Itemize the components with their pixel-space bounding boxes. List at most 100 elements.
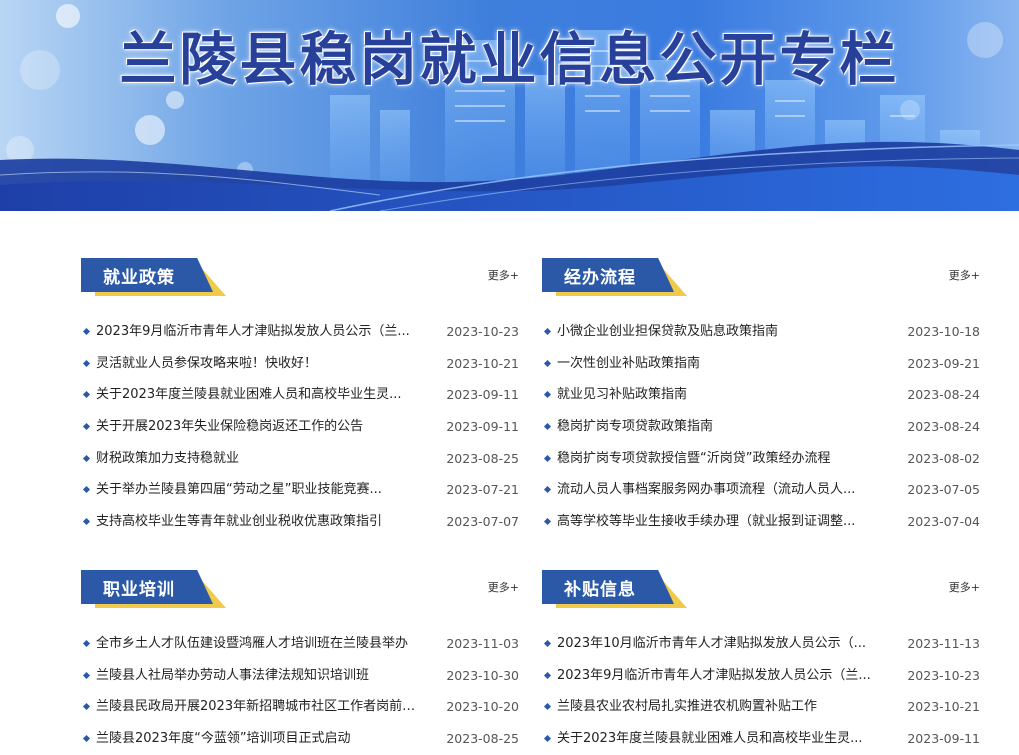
item-date: 2023-10-30 bbox=[446, 667, 519, 683]
item-title-link[interactable]: 小微企业创业担保贷款及贴息政策指南 bbox=[557, 316, 885, 348]
list-item[interactable]: 小微企业创业担保贷款及贴息政策指南 2023-10-18 bbox=[542, 316, 980, 348]
more-link[interactable]: 更多+ bbox=[949, 579, 980, 595]
item-title-link[interactable]: 关于开展2023年失业保险稳岗返还工作的公告 bbox=[96, 411, 424, 443]
item-date: 2023-10-21 bbox=[907, 699, 980, 715]
item-date: 2023-10-18 bbox=[907, 324, 980, 339]
news-list: 全市乡土人才队伍建设暨鸿雁人才培训班在兰陵县举办 2023-11-03 兰陵县人社… bbox=[81, 628, 519, 755]
item-title-link[interactable]: 关于2023年度兰陵县就业困难人员和高校毕业生灵... bbox=[96, 379, 424, 411]
item-title-link[interactable]: 全市乡土人才队伍建设暨鸿雁人才培训班在兰陵县举办 bbox=[96, 628, 424, 660]
list-item[interactable]: 灵活就业人员参保攻略来啦！快收好！ 2023-10-21 bbox=[81, 348, 519, 380]
diamond-bullet-icon bbox=[543, 703, 552, 711]
list-item[interactable]: 2023年9月临沂市青年人才津贴拟发放人员公示（兰... 2023-10-23 bbox=[542, 660, 980, 692]
section-header: 补贴信息 更多+ bbox=[542, 566, 980, 628]
item-date: 2023-08-02 bbox=[907, 450, 980, 466]
item-title-link[interactable]: 关于举办兰陵县第四届“劳动之星”职业技能竞赛... bbox=[96, 474, 424, 506]
news-list: 2023年9月临沂市青年人才津贴拟发放人员公示（兰... 2023-10-23 灵… bbox=[81, 316, 519, 538]
list-item[interactable]: 兰陵县人社局举办劳动人事法律法规知识培训班 2023-10-30 bbox=[81, 660, 519, 692]
section-employment-policy: 就业政策 更多+ 2023年9月临沂市青年人才津贴拟发放人员公示（兰... 202… bbox=[81, 254, 519, 538]
diamond-bullet-icon bbox=[82, 671, 91, 679]
item-title-link[interactable]: 稳岗扩岗专项贷款政策指南 bbox=[557, 411, 885, 443]
diamond-bullet-icon bbox=[82, 359, 91, 367]
item-title-link[interactable]: 就业见习补贴政策指南 bbox=[557, 379, 885, 411]
diamond-bullet-icon bbox=[543, 423, 552, 431]
list-item[interactable]: 全市乡土人才队伍建设暨鸿雁人才培训班在兰陵县举办 2023-11-03 bbox=[81, 628, 519, 660]
list-item[interactable]: 一次性创业补贴政策指南 2023-09-21 bbox=[542, 348, 980, 380]
item-date: 2023-07-04 bbox=[907, 514, 980, 530]
item-date: 2023-10-20 bbox=[446, 699, 519, 715]
more-link[interactable]: 更多+ bbox=[488, 579, 519, 595]
item-date: 2023-07-07 bbox=[446, 514, 519, 530]
item-title-link[interactable]: 高等学校等毕业生接收手续办理（就业报到证调整... bbox=[557, 506, 885, 538]
list-item[interactable]: 关于举办兰陵县第四届“劳动之星”职业技能竞赛... 2023-07-21 bbox=[81, 474, 519, 506]
list-item[interactable]: 流动人员人事档案服务网办事项流程（流动人员人... 2023-07-05 bbox=[542, 474, 980, 506]
diamond-bullet-icon bbox=[82, 391, 91, 399]
item-date: 2023-09-11 bbox=[446, 387, 519, 403]
item-title-link[interactable]: 关于2023年度兰陵县就业困难人员和高校毕业生灵... bbox=[557, 723, 885, 755]
item-date: 2023-08-24 bbox=[907, 419, 980, 435]
list-item[interactable]: 兰陵县2023年度“今蓝领”培训项目正式启动 2023-08-25 bbox=[81, 723, 519, 755]
item-title-link[interactable]: 稳岗扩岗专项贷款授信暨“沂岗贷”政策经办流程 bbox=[557, 443, 885, 475]
diamond-bullet-icon bbox=[543, 735, 552, 743]
diamond-bullet-icon bbox=[82, 327, 91, 336]
list-item[interactable]: 关于2023年度兰陵县就业困难人员和高校毕业生灵... 2023-09-11 bbox=[542, 723, 980, 755]
list-item[interactable]: 支持高校毕业生等青年就业创业税收优惠政策指引 2023-07-07 bbox=[81, 506, 519, 538]
section-header: 经办流程 更多+ bbox=[542, 254, 980, 316]
news-list: 2023年10月临沂市青年人才津贴拟发放人员公示（... 2023-11-13 2… bbox=[542, 628, 980, 755]
more-link[interactable]: 更多+ bbox=[488, 267, 519, 283]
item-title-link[interactable]: 兰陵县民政局开展2023年新招聘城市社区工作者岗前培训 bbox=[96, 691, 424, 723]
more-link[interactable]: 更多+ bbox=[949, 267, 980, 283]
item-date: 2023-07-05 bbox=[907, 482, 980, 498]
list-item[interactable]: 关于2023年度兰陵县就业困难人员和高校毕业生灵... 2023-09-11 bbox=[81, 379, 519, 411]
section-header: 就业政策 更多+ bbox=[81, 254, 519, 316]
section-title-tab: 经办流程 bbox=[542, 254, 687, 298]
item-title-link[interactable]: 灵活就业人员参保攻略来啦！快收好！ bbox=[96, 348, 424, 380]
diamond-bullet-icon bbox=[82, 454, 91, 462]
diamond-bullet-icon bbox=[82, 423, 91, 431]
list-item[interactable]: 就业见习补贴政策指南 2023-08-24 bbox=[542, 379, 980, 411]
diamond-bullet-icon bbox=[82, 486, 91, 494]
item-date: 2023-08-25 bbox=[446, 450, 519, 466]
item-title-link[interactable]: 流动人员人事档案服务网办事项流程（流动人员人... bbox=[557, 474, 885, 506]
section-title-tab: 就业政策 bbox=[81, 254, 226, 298]
list-item[interactable]: 兰陵县农业农村局扎实推进农机购置补贴工作 2023-10-21 bbox=[542, 691, 980, 723]
item-title-link[interactable]: 2023年9月临沂市青年人才津贴拟发放人员公示（兰... bbox=[96, 316, 424, 348]
item-title-link[interactable]: 2023年9月临沂市青年人才津贴拟发放人员公示（兰... bbox=[557, 660, 885, 692]
news-list: 小微企业创业担保贷款及贴息政策指南 2023-10-18 一次性创业补贴政策指南 2… bbox=[542, 316, 980, 538]
list-item[interactable]: 稳岗扩岗专项贷款授信暨“沂岗贷”政策经办流程 2023-08-02 bbox=[542, 443, 980, 475]
item-title-link[interactable]: 兰陵县人社局举办劳动人事法律法规知识培训班 bbox=[96, 660, 424, 692]
diamond-bullet-icon bbox=[543, 327, 552, 336]
section-subsidy-info: 补贴信息 更多+ 2023年10月临沂市青年人才津贴拟发放人员公示（... 202… bbox=[542, 566, 980, 755]
item-date: 2023-11-03 bbox=[446, 636, 519, 651]
item-date: 2023-08-25 bbox=[446, 731, 519, 747]
list-item[interactable]: 关于开展2023年失业保险稳岗返还工作的公告 2023-09-11 bbox=[81, 411, 519, 443]
item-title-link[interactable]: 兰陵县农业农村局扎实推进农机购置补贴工作 bbox=[557, 691, 885, 723]
section-header: 职业培训 更多+ bbox=[81, 566, 519, 628]
item-title-link[interactable]: 兰陵县2023年度“今蓝领”培训项目正式启动 bbox=[96, 723, 424, 755]
list-item[interactable]: 2023年10月临沂市青年人才津贴拟发放人员公示（... 2023-11-13 bbox=[542, 628, 980, 660]
diamond-bullet-icon bbox=[543, 486, 552, 494]
item-title-link[interactable]: 一次性创业补贴政策指南 bbox=[557, 348, 885, 380]
diamond-bullet-icon bbox=[543, 391, 552, 399]
list-item[interactable]: 财税政策加力支持稳就业 2023-08-25 bbox=[81, 443, 519, 475]
item-date: 2023-07-21 bbox=[446, 482, 519, 498]
item-date: 2023-10-23 bbox=[907, 667, 980, 683]
list-item[interactable]: 2023年9月临沂市青年人才津贴拟发放人员公示（兰... 2023-10-23 bbox=[81, 316, 519, 348]
diamond-bullet-icon bbox=[82, 703, 91, 711]
section-title-tab: 职业培训 bbox=[81, 566, 226, 610]
item-date: 2023-09-11 bbox=[446, 419, 519, 435]
item-title-link[interactable]: 财税政策加力支持稳就业 bbox=[96, 443, 424, 475]
item-date: 2023-08-24 bbox=[907, 387, 980, 403]
item-date: 2023-09-11 bbox=[907, 731, 980, 747]
diamond-bullet-icon bbox=[82, 639, 91, 648]
section-process-guide: 经办流程 更多+ 小微企业创业担保贷款及贴息政策指南 2023-10-18 一次性… bbox=[542, 254, 980, 538]
section-title-tab: 补贴信息 bbox=[542, 566, 687, 610]
list-item[interactable]: 高等学校等毕业生接收手续办理（就业报到证调整... 2023-07-04 bbox=[542, 506, 980, 538]
item-title-link[interactable]: 支持高校毕业生等青年就业创业税收优惠政策指引 bbox=[96, 506, 424, 538]
section-title: 补贴信息 bbox=[564, 580, 636, 600]
diamond-bullet-icon bbox=[543, 359, 552, 367]
list-item[interactable]: 兰陵县民政局开展2023年新招聘城市社区工作者岗前培训 2023-10-20 bbox=[81, 691, 519, 723]
section-title: 就业政策 bbox=[103, 268, 175, 288]
item-date: 2023-11-13 bbox=[907, 636, 980, 651]
item-title-link[interactable]: 2023年10月临沂市青年人才津贴拟发放人员公示（... bbox=[557, 628, 885, 660]
list-item[interactable]: 稳岗扩岗专项贷款政策指南 2023-08-24 bbox=[542, 411, 980, 443]
